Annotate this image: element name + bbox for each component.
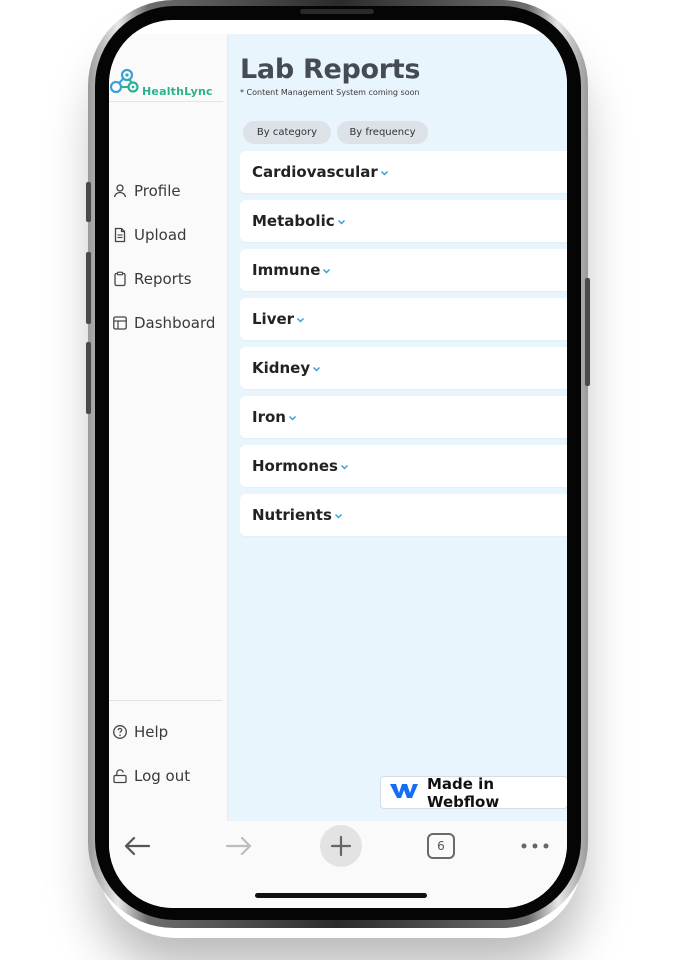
sidebar-item-reports[interactable]: Reports [112, 267, 192, 291]
sidebar-item-help[interactable]: Help [112, 720, 168, 744]
accordion-label: Immune [252, 261, 321, 279]
accordion-label: Nutrients [252, 506, 332, 524]
page-subtitle: * Content Management System coming soon [240, 88, 420, 97]
accordion-label: Metabolic [252, 212, 335, 230]
sidebar-item-label: Dashboard [134, 314, 216, 332]
chevron-down-icon [334, 513, 343, 519]
sidebar-item-label: Log out [134, 767, 191, 785]
sidebar-item-dashboard[interactable]: Dashboard [112, 311, 215, 335]
brand-logo[interactable]: HealthLync [109, 56, 223, 102]
accordion-label: Kidney [252, 359, 311, 377]
main-content: Lab Reports * Content Management System … [228, 34, 567, 821]
accordion-kidney[interactable]: Kidney [240, 347, 567, 389]
phone-side-button [86, 252, 91, 324]
phone-side-button [86, 182, 91, 222]
tabs-button[interactable]: 6 [427, 833, 455, 859]
chevron-down-icon [322, 268, 331, 274]
page-title: Lab Reports [240, 54, 421, 85]
document-icon [112, 227, 128, 243]
chevron-down-icon [288, 415, 297, 421]
home-indicator [255, 893, 427, 898]
back-arrow-icon [124, 836, 151, 856]
phone-screen: HealthLync Profile Upload Reports Dashbo… [109, 20, 567, 908]
accordion-label: Liver [252, 310, 295, 328]
unlock-icon [112, 768, 128, 784]
clipboard-icon [112, 271, 128, 287]
accordion-liver[interactable]: Liver [240, 298, 567, 340]
layout-icon [112, 315, 128, 331]
sidebar-item-profile[interactable]: Profile [112, 179, 181, 203]
brand-name: HealthLync [142, 85, 213, 98]
accordion-label: Hormones [252, 457, 338, 475]
sidebar-divider [109, 700, 222, 701]
forward-arrow-icon [225, 836, 252, 856]
sidebar-item-label: Help [134, 723, 169, 741]
new-tab-button[interactable] [320, 825, 362, 867]
sidebar-item-label: Reports [134, 270, 192, 288]
accordion-nutrients[interactable]: Nutrients [240, 494, 567, 536]
accordion-iron[interactable]: Iron [240, 396, 567, 438]
chevron-down-icon [337, 219, 346, 225]
sidebar: HealthLync Profile Upload Reports Dashbo… [109, 34, 228, 821]
accordion-immune[interactable]: Immune [240, 249, 567, 291]
filter-by-category[interactable]: By category [243, 121, 331, 144]
accordion-hormones[interactable]: Hormones [240, 445, 567, 487]
accordion-label: Cardiovascular [252, 163, 378, 181]
sidebar-item-label: Upload [134, 226, 187, 244]
chevron-down-icon [312, 366, 321, 372]
accordion-cardiovascular[interactable]: Cardiovascular [240, 151, 567, 193]
tab-count: 6 [437, 839, 445, 853]
sidebar-item-label: Profile [134, 182, 181, 200]
webflow-logo-icon [389, 782, 419, 804]
phone-side-button [585, 278, 590, 386]
badge-label: Made in Webflow [427, 774, 500, 811]
forward-button[interactable] [223, 833, 255, 859]
speaker-grille [300, 9, 374, 14]
chevron-down-icon [380, 170, 389, 176]
sidebar-item-logout[interactable]: Log out [112, 764, 190, 788]
help-circle-icon [112, 724, 128, 740]
made-in-webflow-badge[interactable]: Made in Webflow [380, 774, 567, 811]
molecule-logo-icon [109, 68, 139, 94]
sidebar-item-upload[interactable]: Upload [112, 223, 187, 247]
accordion-metabolic[interactable]: Metabolic [240, 200, 567, 242]
plus-icon [330, 835, 352, 857]
chevron-down-icon [340, 464, 349, 470]
chevron-down-icon [296, 317, 305, 323]
accordion-label: Iron [252, 408, 286, 426]
filter-by-frequency[interactable]: By frequency [337, 121, 428, 144]
phone-side-button [86, 342, 91, 414]
user-icon [112, 183, 128, 199]
back-button[interactable] [121, 833, 153, 859]
more-icon [521, 843, 549, 849]
more-button[interactable] [517, 833, 553, 859]
